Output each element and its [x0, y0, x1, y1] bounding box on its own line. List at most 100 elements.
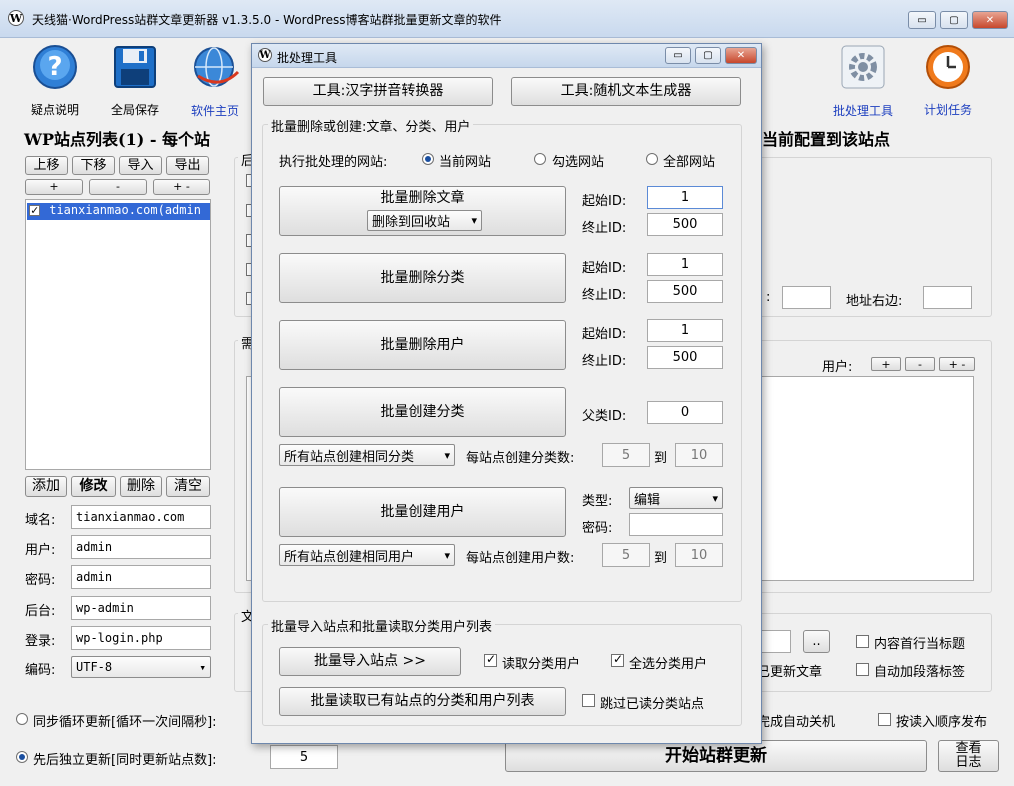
start-update-button[interactable]: 开始站群更新 — [505, 740, 927, 772]
sync-loop-radio[interactable] — [16, 713, 28, 725]
select-all-cat-users-checkbox[interactable] — [611, 652, 624, 667]
browse-file-button[interactable]: .. — [803, 630, 830, 653]
target-all-radio[interactable] — [646, 153, 658, 165]
user-count-to-input[interactable]: 10 — [675, 543, 723, 567]
address-left-input[interactable] — [782, 286, 831, 309]
floppy-disk-icon — [110, 42, 160, 91]
login-input[interactable]: wp-login.php — [71, 626, 211, 650]
domain-label: 域名: — [25, 513, 56, 528]
target-current-radio[interactable] — [422, 153, 434, 165]
add-site-button[interactable]: 添加 — [25, 476, 67, 497]
random-text-tool-button[interactable]: 工具:随机文本生成器 — [511, 77, 741, 106]
users-plus-minus-button[interactable]: + - — [939, 357, 975, 371]
first-line-title-label: 内容首行当标题 — [874, 637, 966, 652]
create-users-button[interactable]: 批量创建用户 — [279, 487, 566, 537]
pinyin-tool-button[interactable]: 工具:汉字拼音转换器 — [263, 77, 493, 106]
target-current-label: 当前网站 — [439, 155, 492, 170]
dialog-close-button[interactable]: ✕ — [725, 47, 757, 64]
posts-start-id-label: 起始ID: — [582, 194, 627, 209]
export-button[interactable]: 导出 — [166, 156, 209, 175]
read-order-checkbox[interactable] — [878, 713, 891, 726]
parent-id-input[interactable]: 0 — [647, 401, 723, 424]
gear-icon — [838, 42, 888, 92]
dialog-minimize-button[interactable]: ▭ — [665, 47, 691, 64]
edit-site-button[interactable]: 修改 — [71, 476, 116, 497]
encoding-select[interactable]: UTF-8 — [71, 656, 211, 678]
site-item-checkbox[interactable] — [29, 203, 40, 217]
password-input[interactable]: admin — [71, 565, 211, 589]
cat-end-id-input[interactable]: 500 — [647, 280, 723, 303]
dialog-minimize-icon: ▭ — [673, 50, 683, 61]
user-start-id-input[interactable]: 1 — [647, 319, 723, 342]
user-input[interactable]: admin — [71, 535, 211, 559]
delete-categories-button[interactable]: 批量删除分类 — [279, 253, 566, 303]
category-mode-select[interactable]: 所有站点创建相同分类 — [279, 444, 455, 466]
target-checked-label: 勾选网站 — [552, 155, 605, 170]
sequential-label: 先后独立更新[同时更新站点数]: — [33, 753, 217, 768]
read-cat-users-checkbox[interactable] — [484, 652, 497, 667]
toolbar-help[interactable]: ? 疑点说明 — [18, 38, 92, 118]
list-remove-mini-button[interactable]: - — [89, 179, 147, 195]
user-count-from-input[interactable]: 5 — [602, 543, 650, 567]
login-label: 登录: — [25, 634, 56, 649]
delete-mode-select[interactable]: 删除到回收站 — [367, 210, 482, 231]
domain-input[interactable]: tianxianmao.com — [71, 505, 211, 529]
auto-paragraph-checkbox[interactable] — [856, 663, 869, 676]
list-plus-minus-mini-button[interactable]: + - — [153, 179, 210, 195]
posts-end-id-label: 终止ID: — [582, 221, 627, 236]
users-add-button[interactable]: + — [871, 357, 901, 371]
read-existing-button[interactable]: 批量读取已有站点的分类和用户列表 — [279, 687, 566, 716]
concurrent-sites-input[interactable]: 5 — [270, 745, 338, 769]
dialog-maximize-button[interactable]: ▢ — [695, 47, 721, 64]
users-remove-button[interactable]: - — [905, 357, 935, 371]
view-log-button[interactable]: 查看 日志 — [938, 740, 999, 772]
delete-site-button[interactable]: 删除 — [120, 476, 162, 497]
delete-users-button[interactable]: 批量删除用户 — [279, 320, 566, 370]
toolbar-batch-tools[interactable]: 批处理工具 — [826, 38, 900, 118]
user-type-select[interactable]: 编辑 — [629, 487, 723, 509]
move-down-button[interactable]: 下移 — [72, 156, 115, 175]
clock-icon — [923, 42, 973, 91]
move-up-button[interactable]: 上移 — [25, 156, 68, 175]
globe-icon — [190, 42, 240, 92]
user-end-id-input[interactable]: 500 — [647, 346, 723, 369]
toolbar-homepage[interactable]: 软件主页 — [178, 38, 252, 118]
target-checked-radio[interactable] — [534, 153, 546, 165]
posts-start-id-input[interactable]: 1 — [647, 186, 723, 209]
list-add-mini-button[interactable]: + — [25, 179, 83, 195]
import-sites-button[interactable]: 批量导入站点 >> — [279, 647, 461, 676]
backend-input[interactable]: wp-admin — [71, 596, 211, 620]
dialog-title-bar: W 批处理工具 ▭ ▢ ✕ — [252, 44, 761, 68]
import-group-title: 批量导入站点和批量读取分类用户列表 — [268, 616, 496, 635]
site-list-box[interactable]: tianxianmao.com(admin — [25, 199, 211, 470]
clear-sites-button[interactable]: 清空 — [166, 476, 210, 497]
cat-count-to-input[interactable]: 10 — [675, 443, 723, 467]
svg-text:?: ? — [47, 52, 62, 82]
cat-count-from-input[interactable]: 5 — [602, 443, 650, 467]
help-icon: ? — [30, 42, 80, 91]
minimize-button[interactable]: ▭ — [908, 11, 936, 29]
toolbar-save-all-label: 全局保存 — [110, 103, 159, 117]
sync-loop-label: 同步循环更新[循环一次间隔秒]: — [33, 715, 217, 730]
toolbar-schedule[interactable]: 计划任务 — [911, 38, 985, 118]
user-start-id-label: 起始ID: — [582, 327, 627, 342]
create-categories-button[interactable]: 批量创建分类 — [279, 387, 566, 437]
user-mode-select[interactable]: 所有站点创建相同用户 — [279, 544, 455, 566]
address-right-input[interactable] — [923, 286, 972, 309]
target-sites-label: 执行批处理的网站: — [279, 155, 388, 170]
close-button[interactable]: ✕ — [972, 11, 1008, 29]
maximize-button[interactable]: ▢ — [940, 11, 968, 29]
user-password-input[interactable] — [629, 513, 723, 536]
site-list-heading-right: 当前配置到该站点 — [762, 130, 891, 149]
toolbar-save-all[interactable]: 全局保存 — [98, 38, 172, 118]
cat-start-id-input[interactable]: 1 — [647, 253, 723, 276]
site-list-item[interactable]: tianxianmao.com(admin — [27, 203, 210, 220]
first-line-title-checkbox[interactable] — [856, 635, 869, 648]
sequential-radio[interactable] — [16, 751, 28, 763]
skip-read-checkbox[interactable] — [582, 694, 595, 707]
import-button[interactable]: 导入 — [119, 156, 162, 175]
window-title: 天线猫·WordPress站群文章更新器 v1.3.5.0 - WordPres… — [32, 13, 502, 27]
cat-count-to-label: 到 — [654, 451, 668, 466]
toolbar-schedule-label: 计划任务 — [923, 103, 972, 117]
posts-end-id-input[interactable]: 500 — [647, 213, 723, 236]
